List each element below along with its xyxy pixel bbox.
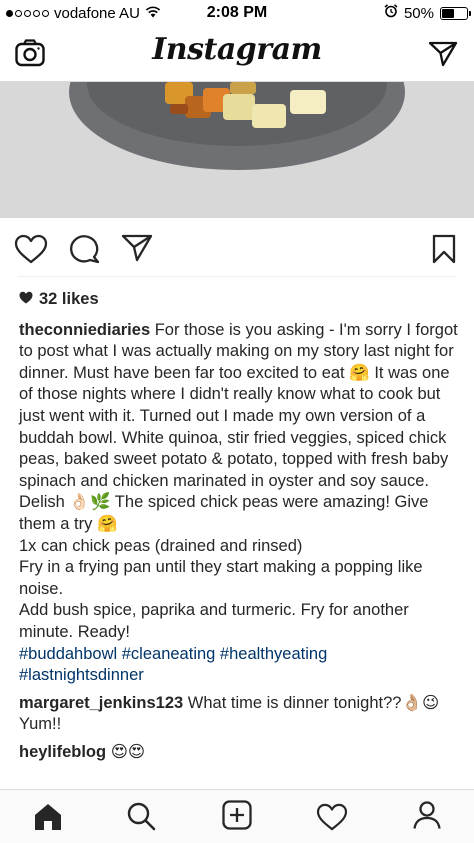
bottom-tab-bar — [0, 789, 474, 843]
likes-heart-icon — [19, 289, 33, 311]
comment-text: 😍😍 — [110, 742, 146, 761]
battery-percent: 50% — [403, 4, 434, 22]
battery-level — [442, 8, 454, 18]
comment-item: margaret_jenkins123 What time is dinner … — [19, 693, 459, 736]
likes-row[interactable]: 32 likes — [19, 289, 459, 311]
hashtags-line[interactable]: #buddahbowl #cleaneating #healthyeating — [19, 644, 459, 666]
caption-line: 1x can chick peas (drained and rinsed) — [19, 536, 303, 555]
caption-text: For those is you asking - I'm sorry I fo… — [19, 320, 458, 533]
comment-username[interactable]: margaret_jenkins123 — [19, 694, 183, 712]
comment-icon[interactable] — [68, 234, 100, 269]
status-right: 50% — [384, 4, 471, 22]
alarm-icon — [384, 4, 398, 22]
home-icon[interactable] — [33, 802, 63, 837]
instagram-screen: vodafone AU 2:08 PM 50% Instagram 32 lik… — [0, 0, 474, 843]
direct-message-icon[interactable] — [428, 41, 458, 72]
post-image[interactable] — [0, 82, 474, 218]
status-bar: vodafone AU 2:08 PM 50% — [0, 0, 474, 26]
search-icon[interactable] — [126, 801, 156, 836]
caption-first-line: theconniediaries For those is you asking… — [19, 320, 459, 536]
app-title: Instagram — [152, 32, 322, 67]
profile-icon[interactable] — [412, 800, 442, 835]
share-icon[interactable] — [121, 234, 153, 267]
food-bowl-photo — [0, 82, 474, 218]
comment-item: heylifeblog 😍😍 — [19, 742, 459, 764]
caption-line: Fry in a frying pan until they start mak… — [19, 558, 423, 598]
caption-line: Add bush spice, paprika and turmeric. Fr… — [19, 601, 409, 641]
hashtags-line[interactable]: #lastnightsdinner — [19, 665, 459, 687]
battery-icon — [440, 6, 471, 20]
post-actions — [0, 228, 474, 272]
comment-username[interactable]: heylifeblog — [19, 743, 106, 761]
caption: theconniediaries For those is you asking… — [19, 320, 459, 687]
activity-heart-icon[interactable] — [316, 803, 348, 836]
post-details: 32 likes theconniediaries For those is y… — [19, 289, 459, 763]
bookmark-icon[interactable] — [432, 234, 456, 269]
heart-icon[interactable] — [14, 234, 48, 269]
post-username[interactable]: theconniediaries — [19, 321, 150, 339]
actions-divider — [18, 276, 456, 277]
likes-count: 32 likes — [39, 290, 99, 308]
top-nav-bar: Instagram — [0, 26, 474, 82]
add-post-icon[interactable] — [222, 800, 252, 835]
